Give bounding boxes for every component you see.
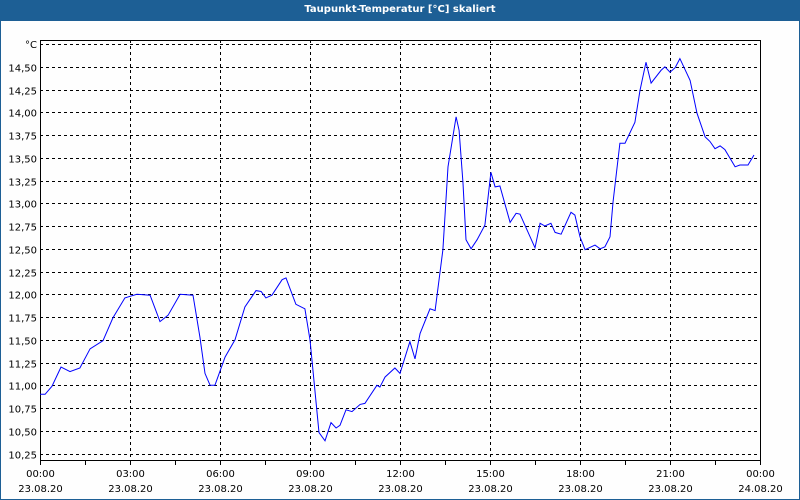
y-tick-label: 13,75 [8, 132, 37, 143]
y-tick-label: 13,00 [8, 200, 37, 211]
x-axis: 00:00 23.08.20 03:00 23.08.20 06:00 23.08.20 0… [18, 460, 783, 495]
y-tick-label: 10,50 [8, 428, 37, 439]
x-tick-date-label: 23.08.20 [108, 484, 153, 495]
y-tick-label: 12,75 [8, 223, 37, 234]
y-tick-label: 12,00 [8, 291, 37, 302]
y-tick-label: 13,50 [8, 155, 37, 166]
y-tick-label: 10,75 [8, 405, 37, 416]
y-tick-label: 14,00 [8, 109, 37, 120]
y-tick-label: 13,25 [8, 178, 37, 189]
x-tick-time-label: 06:00 [206, 469, 235, 480]
x-tick-time-label: 00:00 [26, 469, 55, 480]
y-tick-label: 12,25 [8, 269, 37, 280]
x-tick-time-label: 09:00 [296, 469, 325, 480]
y-tick-label: 11,75 [8, 314, 37, 325]
y-tick-label: 11,25 [8, 360, 37, 371]
x-tick-date-label: 23.08.20 [378, 484, 423, 495]
y-tick-label: 11,00 [8, 382, 37, 393]
x-tick-time-label: 00:00 [746, 469, 775, 480]
chart-plot: °C 14,50 14,25 14,00 13,75 13,50 13,25 13,00 12… [8, 40, 783, 495]
y-tick-label: 11,50 [8, 337, 37, 348]
x-tick-date-label: 23.08.20 [468, 484, 513, 495]
y-tick-label: 14,25 [8, 87, 37, 98]
x-tick-time-label: 12:00 [386, 469, 415, 480]
x-tick-date-label: 23.08.20 [18, 484, 63, 495]
y-tick-label: 12,50 [8, 246, 37, 257]
grid-lines [40, 40, 760, 460]
x-tick-time-label: 18:00 [566, 469, 595, 480]
x-tick-time-label: 21:00 [656, 469, 685, 480]
x-tick-date-label: 24.08.20 [738, 484, 783, 495]
x-tick-date-label: 23.08.20 [198, 484, 243, 495]
x-tick-date-label: 23.08.20 [648, 484, 693, 495]
x-tick-date-label: 23.08.20 [558, 484, 603, 495]
y-tick-label: 14,50 [8, 64, 37, 75]
y-axis-unit-label: °C [25, 40, 37, 51]
x-tick-date-label: 23.08.20 [288, 484, 333, 495]
y-tick-label: 10,25 [8, 451, 37, 462]
x-tick-time-label: 15:00 [476, 469, 505, 480]
y-axis: 14,50 14,25 14,00 13,75 13,50 13,25 13,00 12,75… [8, 64, 37, 462]
x-tick-time-label: 03:00 [116, 469, 145, 480]
